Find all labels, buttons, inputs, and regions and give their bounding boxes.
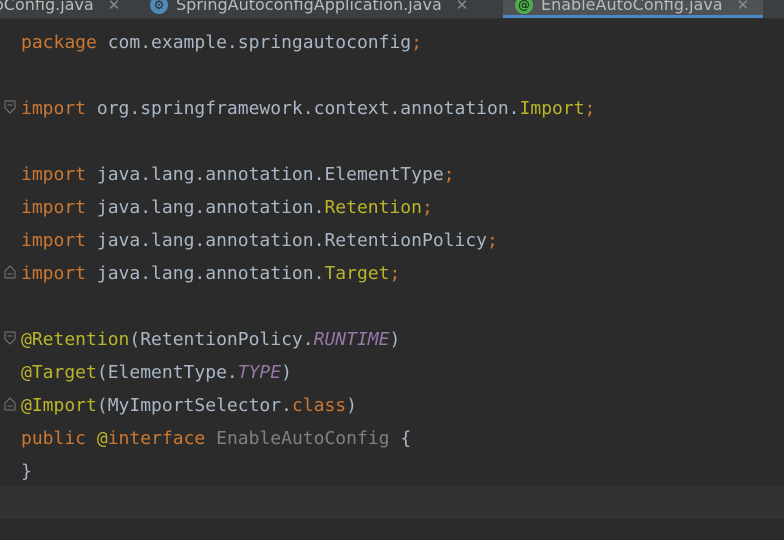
- code-line-import-retention: import java.lang.annotation.Retention;: [21, 197, 433, 218]
- code-line-retention-annotation: @Retention(RetentionPolicy.RUNTIME): [21, 329, 401, 350]
- tab-label: SpringAutoconfigApplication.java: [176, 0, 442, 14]
- code-editor[interactable]: package com.example.springautoconfig; im…: [0, 19, 784, 540]
- spring-boot-icon: ⚙: [150, 0, 168, 14]
- code-line-interface-declaration: public @interface EnableAutoConfig {: [21, 428, 412, 449]
- current-line-highlight: [0, 486, 784, 519]
- fold-end-icon[interactable]: [4, 397, 16, 411]
- code-line-import-retentionpolicy: import java.lang.annotation.RetentionPol…: [21, 230, 498, 251]
- close-icon[interactable]: ✕: [737, 0, 750, 14]
- code-line-closing-brace: }: [21, 461, 32, 482]
- code-line-import-elementtype: import java.lang.annotation.ElementType;: [21, 164, 455, 185]
- editor-tab-bar: oConfig.java ✕ ⚙ SpringAutoconfigApplica…: [0, 0, 784, 19]
- fold-start-icon[interactable]: [4, 100, 16, 114]
- annotation-icon: @: [515, 0, 533, 14]
- close-icon[interactable]: ✕: [456, 0, 469, 14]
- tab-label: oConfig.java: [0, 0, 94, 14]
- fold-end-icon[interactable]: [4, 265, 16, 279]
- code-line-target-annotation: @Target(ElementType.TYPE): [21, 362, 292, 383]
- code-line-package: package com.example.springautoconfig;: [21, 32, 422, 53]
- tab-label: EnableAutoConfig.java: [541, 0, 723, 14]
- close-icon[interactable]: ✕: [108, 0, 121, 14]
- fold-start-icon[interactable]: [4, 331, 16, 345]
- code-line-import-spring: import org.springframework.context.annot…: [21, 98, 596, 119]
- tab-spring-autoconfig-application[interactable]: ⚙ SpringAutoconfigApplication.java ✕: [150, 0, 468, 18]
- code-line-import-annotation: @Import(MyImportSelector.class): [21, 395, 357, 416]
- tab-oconfig[interactable]: oConfig.java ✕: [0, 0, 120, 18]
- tab-enable-auto-config[interactable]: @ EnableAutoConfig.java ✕: [503, 0, 764, 18]
- code-line-import-target: import java.lang.annotation.Target;: [21, 263, 401, 284]
